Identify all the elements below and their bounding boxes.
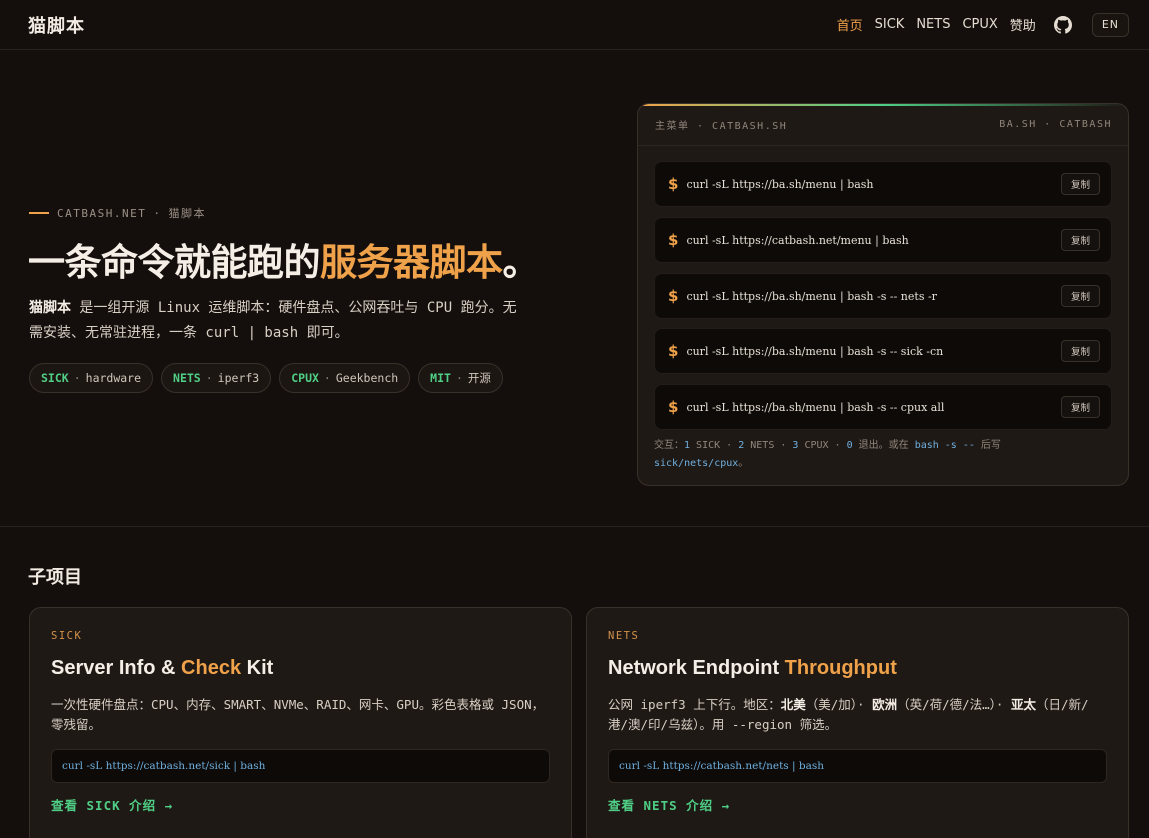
card-command[interactable]: curl -sL https://catbash.net/sick | bash (51, 749, 550, 783)
chip-value: iperf3 (217, 371, 260, 385)
hint-code: sick/nets/cpux (654, 458, 739, 469)
brand-logo[interactable]: 猫脚本 (28, 12, 85, 38)
copy-button[interactable]: 复制 (1060, 340, 1100, 362)
card-title-part: Kit (241, 657, 274, 679)
eyebrow-separator: · (153, 206, 162, 220)
panel-header-left: 主菜单 · CATBASH.SH (655, 121, 788, 132)
command-text: curl -sL https://ba.sh/menu | bash (686, 177, 874, 191)
chip-nets[interactable]: NETS · iperf3 (161, 363, 272, 393)
card-title-part: Server Info & (51, 657, 182, 679)
command-row: $ curl -sL https://ba.sh/menu | bash -s -… (654, 384, 1112, 430)
eyebrow-site: CATBASH.NET (57, 206, 147, 220)
hint-code: bash -s -- (914, 440, 975, 451)
card-details-link[interactable]: 查看 SICK 介绍 → (51, 795, 550, 814)
card-details-link[interactable]: 查看 NETS 介绍 → (608, 795, 1107, 814)
top-nav: 猫脚本 首页 SICK NETS CPUX 赞助 EN (0, 0, 1149, 50)
hint-text: SICK · (690, 440, 739, 451)
card-tag: NETS (608, 630, 640, 642)
panel-footer-hint: 交互：1 SICK · 2 NETS · 3 CPUX · 0 退出。或在 ba… (654, 437, 1104, 473)
prompt-icon: $ (668, 175, 679, 193)
card-title: Network Endpoint Throughput (608, 657, 1107, 680)
hero-title-accent: 服务器脚本 (320, 241, 503, 284)
command-row: $ curl -sL https://catbash.net/menu | bas… (654, 217, 1112, 263)
github-icon[interactable] (1053, 15, 1072, 34)
prompt-icon: $ (668, 342, 679, 360)
desc-text: （英/荷/德/法…）· (897, 697, 1011, 712)
card-title-accent: Throughput (784, 657, 897, 679)
language-toggle-button[interactable]: EN (1091, 12, 1129, 37)
chip-sep: · (205, 371, 213, 385)
command-row: $ curl -sL https://ba.sh/menu | bash 复制 (654, 161, 1112, 207)
eyebrow-name: 猫脚本 (168, 207, 206, 220)
nav-sponsor[interactable]: 赞助 (1010, 15, 1036, 34)
copy-button[interactable]: 复制 (1060, 173, 1100, 195)
section-divider (0, 526, 1149, 527)
command-text: curl -sL https://ba.sh/menu | bash -s --… (686, 344, 944, 358)
hint-text: 后写 (974, 440, 1001, 451)
desc-text: 公网 iperf3 上下行。地区： (608, 697, 781, 712)
command-text: curl -sL https://ba.sh/menu | bash -s --… (686, 400, 945, 414)
card-title-accent: Check (181, 657, 242, 679)
command-text: curl -sL https://catbash.net/menu | bash (686, 233, 909, 247)
hero-chips: SICK · hardware NETS · iperf3 CPUX · Geekbench… (29, 363, 511, 393)
nav-cpux[interactable]: CPUX (962, 17, 997, 32)
command-menu-panel: 主菜单 · CATBASH.SH BA.SH · CATBASH $ curl -… (637, 103, 1129, 486)
desc-region: 亚太 (1010, 697, 1036, 712)
copy-button[interactable]: 复制 (1060, 229, 1100, 251)
chip-sep: · (323, 371, 331, 385)
prompt-icon: $ (668, 398, 679, 416)
project-card-sick: SICK Server Info & Check Kit 一次性硬件盘点：CPU… (29, 607, 572, 838)
copy-button[interactable]: 复制 (1060, 285, 1100, 307)
chip-value: hardware (85, 371, 142, 385)
hero-desc-bold: 猫脚本 (29, 300, 71, 316)
hint-text: CPUX · (798, 440, 847, 451)
chip-key: MIT (430, 371, 451, 385)
hero-title-main: 一条命令就能跑的 (28, 241, 321, 284)
chip-key: SICK (41, 371, 69, 385)
chip-key: NETS (173, 371, 201, 385)
project-card-nets: NETS Network Endpoint Throughput 公网 iper… (586, 607, 1129, 838)
card-title: Server Info & Check Kit (51, 657, 550, 680)
chip-value: 开源 (467, 371, 491, 385)
hint-text: 。 (738, 458, 749, 469)
hero-title: 一条命令就能跑的服务器脚本。 (28, 232, 539, 286)
nav-sick[interactable]: SICK (875, 17, 905, 32)
hero-desc-text: 是一组开源 Linux 运维脚本：硬件盘点、公网吞吐与 CPU 跑分。无需安装、… (29, 300, 517, 341)
desc-region: 欧洲 (872, 697, 898, 712)
panel-glow-line (638, 104, 1128, 106)
prompt-icon: $ (668, 287, 679, 305)
hint-text: NETS · (744, 440, 793, 451)
desc-text: （美/加）· (805, 697, 873, 712)
command-row: $ curl -sL https://ba.sh/menu | bash -s -… (654, 273, 1112, 319)
nav-nets[interactable]: NETS (916, 17, 950, 32)
panel-header: 主菜单 · CATBASH.SH BA.SH · CATBASH (638, 104, 1128, 146)
card-description: 公网 iperf3 上下行。地区：北美（美/加）· 欧洲（英/荷/德/法…）· … (608, 695, 1108, 735)
chip-sep: · (73, 371, 81, 385)
command-row: $ curl -sL https://ba.sh/menu | bash -s -… (654, 328, 1112, 374)
card-description: 一次性硬件盘点：CPU、内存、SMART、NVMe、RAID、网卡、GPU。彩色… (51, 697, 545, 732)
chip-key: CPUX (291, 371, 319, 385)
panel-header-right: BA.SH · CATBASH (999, 119, 1112, 130)
card-tag: SICK (51, 630, 83, 642)
chip-cpux[interactable]: CPUX · Geekbench (279, 363, 411, 393)
nav-links: 首页 SICK NETS CPUX 赞助 EN (837, 12, 1129, 37)
command-text: curl -sL https://ba.sh/menu | bash -s --… (686, 289, 937, 303)
card-command[interactable]: curl -sL https://catbash.net/nets | bash (608, 749, 1107, 783)
chip-sep: · (455, 371, 463, 385)
hint-text: 退出。或在 (852, 440, 915, 451)
hint-text: 交互： (654, 440, 684, 451)
hero-title-end: 。 (502, 241, 540, 284)
section-title: 子项目 (28, 567, 82, 588)
hero-description: 猫脚本 是一组开源 Linux 运维脚本：硬件盘点、公网吞吐与 CPU 跑分。无… (29, 296, 529, 346)
chip-sick[interactable]: SICK · hardware (29, 363, 154, 393)
card-title-part: Network Endpoint (608, 657, 785, 679)
prompt-icon: $ (668, 231, 679, 249)
hero-eyebrow: CATBASH.NET · 猫脚本 (29, 205, 206, 221)
chip-value: Geekbench (335, 371, 399, 385)
nav-home[interactable]: 首页 (837, 15, 863, 34)
copy-button[interactable]: 复制 (1060, 396, 1100, 418)
chip-mit[interactable]: MIT · 开源 (418, 363, 503, 393)
desc-region: 北美 (780, 697, 806, 712)
eyebrow-dash (29, 212, 49, 214)
